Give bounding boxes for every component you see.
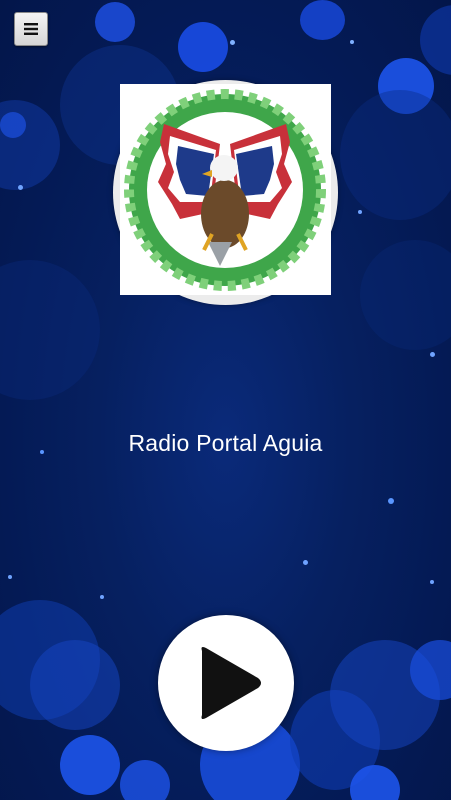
play-button[interactable] — [158, 615, 294, 751]
play-icon — [201, 647, 261, 719]
station-logo — [120, 84, 331, 295]
hamburger-menu-icon — [24, 23, 38, 35]
eagle-flag-logo — [124, 89, 326, 291]
station-name: Radio Portal Aguia — [128, 430, 323, 456]
menu-button[interactable] — [14, 12, 48, 46]
